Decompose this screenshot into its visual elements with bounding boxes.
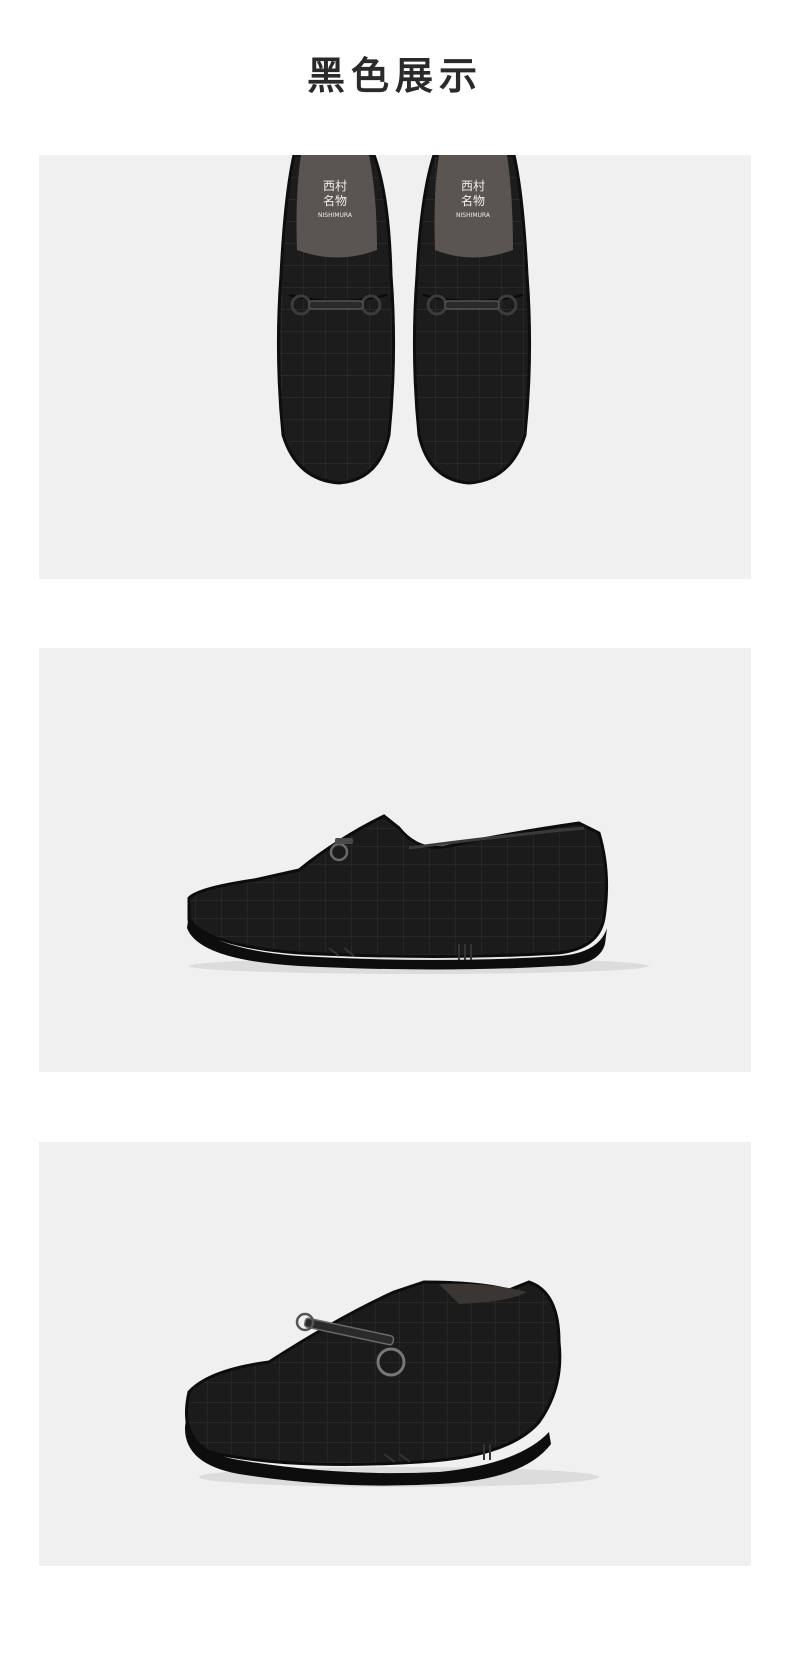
photo-side-view [39,648,751,1072]
loafer-three-quarter-view [184,1280,599,1487]
insole-logo-line2: 名物 [323,193,347,208]
right-shoe: 西村 名物 NISHIMURA [412,155,532,485]
insole-logo-line3: NISHIMURA [318,212,353,219]
loafer-side-view [187,814,649,974]
photo-top-view: 西村 名物 NISHIMURA 西村 名物 NISHIMURA [39,155,751,579]
loafer-pair-top-view: 西村 名物 NISHIMURA 西村 名物 NISHIMURA [276,155,532,485]
insole-logo-line1-right: 西村 [461,179,485,193]
insole-logo-line1: 西村 [323,179,347,193]
page-title: 黑色展示 [306,53,483,98]
left-shoe: 西村 名物 NISHIMURA [276,155,396,485]
insole-logo-line2-right: 名物 [461,193,485,208]
insole-logo-line3-right: NISHIMURA [456,212,491,219]
photo-three-quarter-view [39,1142,751,1566]
